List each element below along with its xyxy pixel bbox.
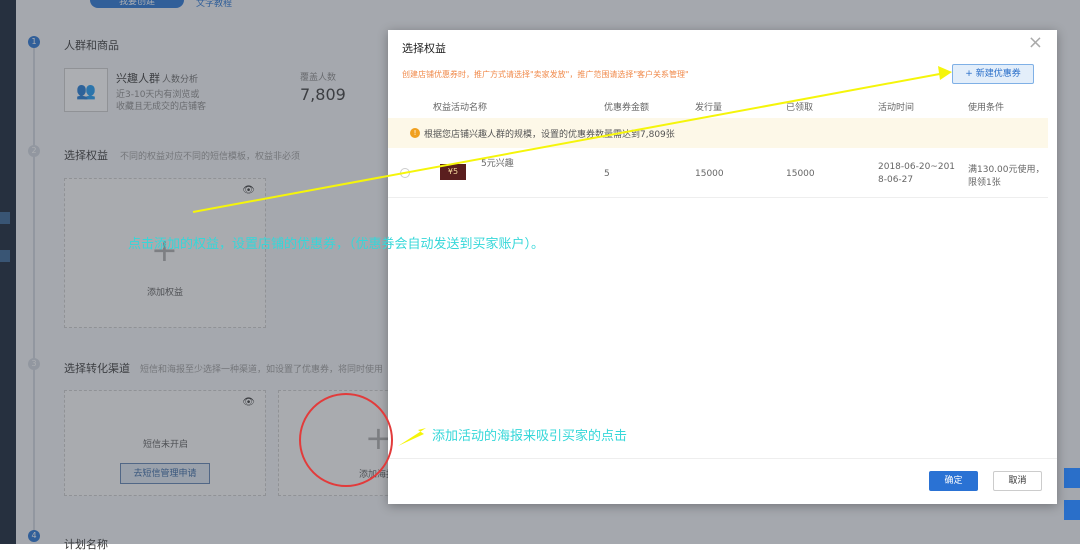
arrow-head bbox=[938, 66, 952, 80]
small-arrow bbox=[398, 428, 426, 446]
annotation-benefit: 点击添加的权益，设置店铺的优惠券，（优惠券会自动发送到买家账户）。 bbox=[128, 237, 545, 252]
arrow-line bbox=[192, 72, 946, 213]
annotation-layer bbox=[192, 66, 952, 487]
annotation-poster: 添加活动的海报来吸引买家的点击 bbox=[432, 429, 628, 444]
highlight-circle bbox=[299, 393, 393, 487]
